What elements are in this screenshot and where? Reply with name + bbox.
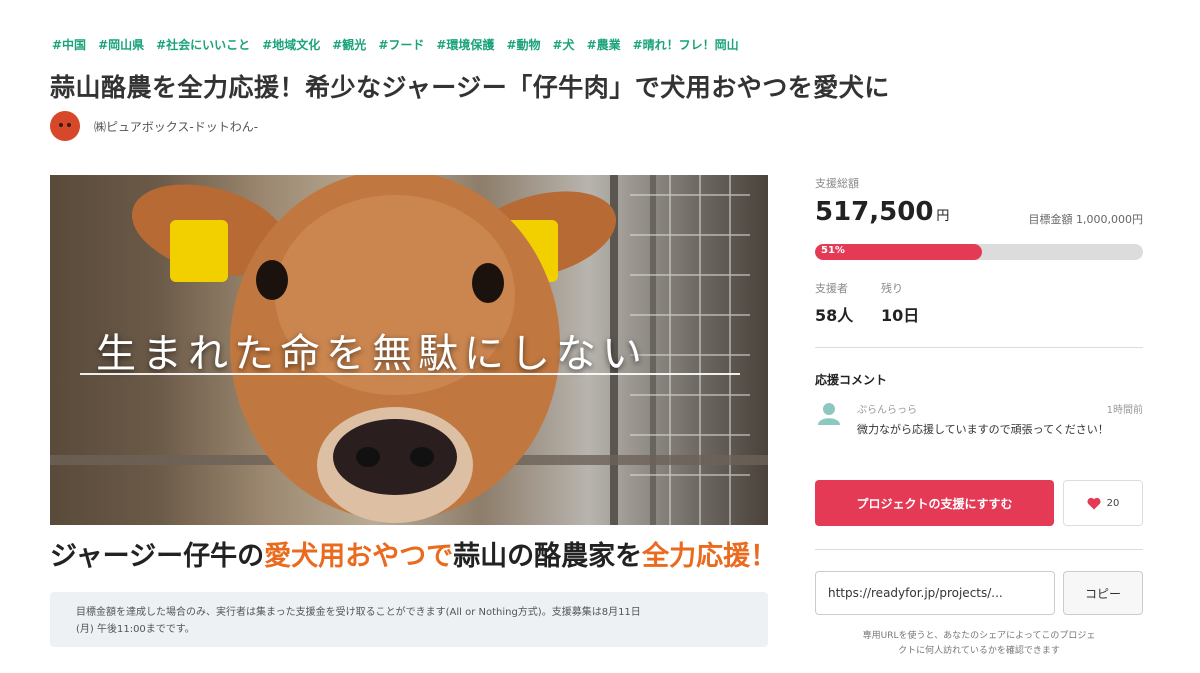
tag-list: #中国 #岡山県 #社会にいいこと #地域文化 #観光 #フード #環境保護 #… bbox=[52, 36, 739, 53]
raised-label: 支援総額 bbox=[815, 177, 859, 190]
owner-name[interactable]: ㈱ピュアボックス-ドットわん- bbox=[94, 118, 258, 135]
tag-link[interactable]: #犬 bbox=[553, 36, 575, 53]
raised-amount-value: 517,500 bbox=[815, 197, 934, 227]
tag-link[interactable]: #環境保護 bbox=[436, 36, 494, 53]
tag-link[interactable]: #農業 bbox=[587, 36, 621, 53]
user-avatar-icon bbox=[818, 403, 840, 425]
tag-link[interactable]: #観光 bbox=[332, 36, 366, 53]
raised-currency: 円 bbox=[936, 209, 950, 224]
project-owner[interactable]: ㈱ピュアボックス-ドットわん- bbox=[50, 111, 258, 141]
tag-link[interactable]: #動物 bbox=[506, 36, 540, 53]
catch-part-2: 愛犬用おやつで bbox=[264, 541, 454, 572]
like-count: 20 bbox=[1106, 497, 1120, 509]
tag-link[interactable]: #地域文化 bbox=[262, 36, 320, 53]
divider bbox=[815, 347, 1143, 348]
remaining-value: 10日 bbox=[881, 306, 920, 325]
support-panel: 支援総額 517,500 円 目標金額 1,000,000円 51% 支援者 58… bbox=[815, 175, 1143, 656]
like-button[interactable]: 20 bbox=[1063, 480, 1143, 526]
copy-url-button[interactable]: コピー bbox=[1063, 571, 1143, 615]
remaining-stat: 残り 10日 bbox=[881, 280, 919, 326]
tag-link[interactable]: #フード bbox=[378, 36, 424, 53]
progress-percent: 51% bbox=[821, 245, 845, 256]
hero-underline bbox=[80, 373, 740, 375]
comment-text: 微力ながら応援していますので頑張ってください！ bbox=[857, 423, 1109, 436]
share-note-line-1: 専用URLを使うと、あなたのシェアによってこのプロジェ bbox=[862, 631, 1096, 641]
tag-link[interactable]: #社会にいいこと bbox=[156, 36, 250, 53]
supporters-value: 58人 bbox=[815, 306, 854, 325]
catch-part-4: 全力応援！ bbox=[642, 541, 778, 572]
catch-part-3: 蒜山の酪農家を bbox=[453, 541, 643, 572]
support-project-button[interactable]: プロジェクトの支援にすすむ bbox=[815, 480, 1054, 526]
tag-link[interactable]: #岡山県 bbox=[98, 36, 144, 53]
catch-part-1: ジャージー仔牛の bbox=[50, 541, 265, 572]
owner-avatar-icon bbox=[50, 111, 80, 141]
hero-copy-text: 生まれた命を無駄にしない bbox=[96, 331, 648, 377]
tag-link[interactable]: #晴れ！フレ！岡山 bbox=[633, 36, 739, 53]
share-url-input[interactable] bbox=[815, 571, 1055, 615]
funding-notice: 目標金額を達成した場合のみ、実行者は集まった支援金を受け取ることができます(Al… bbox=[50, 592, 768, 647]
remaining-label: 残り bbox=[881, 282, 903, 295]
comment-author: ぷらんらっら bbox=[857, 405, 917, 416]
progress-bar: 51% bbox=[815, 244, 1143, 260]
supporters-stat: 支援者 58人 bbox=[815, 280, 853, 326]
share-note: 専用URLを使うと、あなたのシェアによってこのプロジェ クトに何人訪れているかを… bbox=[815, 629, 1143, 659]
tag-link[interactable]: #中国 bbox=[52, 36, 86, 53]
project-title: 蒜山酪農を全力応援！希少なジャージー「仔牛肉」で犬用おやつを愛犬に bbox=[50, 73, 890, 102]
raised-amount: 517,500 円 bbox=[815, 197, 949, 227]
comment-time: 1時間前 bbox=[1106, 405, 1143, 416]
goal-amount: 目標金額 1,000,000円 bbox=[1028, 213, 1143, 226]
comments-heading: 応援コメント bbox=[815, 373, 888, 387]
catch-copy: ジャージー仔牛の愛犬用おやつで蒜山の酪農家を全力応援！ bbox=[50, 534, 777, 573]
notice-line-1: 目標金額を達成した場合のみ、実行者は集まった支援金を受け取ることができます(Al… bbox=[76, 607, 641, 618]
share-note-line-2: クトに何人訪れているかを確認できます bbox=[898, 646, 1060, 656]
notice-line-2: (月) 午後11:00までです。 bbox=[76, 624, 195, 635]
hero-image: 生まれた命を無駄にしない bbox=[50, 175, 768, 525]
supporters-label: 支援者 bbox=[815, 282, 848, 295]
divider bbox=[815, 549, 1143, 550]
heart-icon bbox=[1087, 497, 1101, 509]
